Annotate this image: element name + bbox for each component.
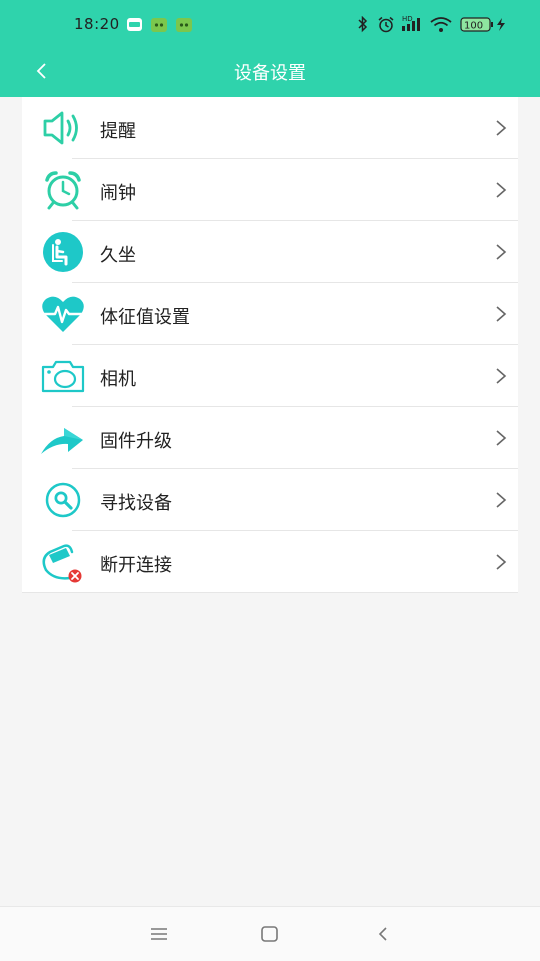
divider: [22, 592, 518, 593]
bluetooth-icon: [358, 16, 368, 33]
chevron-right-icon: [496, 182, 507, 198]
system-nav-bar: [0, 906, 540, 961]
upgrade-arrow-icon: [41, 428, 83, 454]
cellular-signal-icon: HD: [402, 15, 420, 31]
page-title: 设备设置: [234, 63, 306, 84]
notification-android-icon: [151, 18, 167, 32]
search-device-icon: [45, 482, 81, 518]
heart-pulse-icon: [42, 296, 84, 332]
settings-row-label: 固件升级: [100, 431, 172, 452]
back-nav-icon[interactable]: [373, 924, 395, 944]
wifi-icon: [430, 17, 452, 32]
chevron-right-icon: [496, 120, 507, 136]
chevron-right-icon: [496, 368, 507, 384]
settings-row-camera[interactable]: 相机: [22, 345, 518, 407]
settings-row-disconnect[interactable]: 断开连接: [22, 531, 518, 593]
sitting-person-icon: [43, 232, 83, 272]
settings-row-label: 提醒: [100, 121, 136, 142]
alarm-icon: [378, 16, 394, 33]
chevron-right-icon: [496, 430, 507, 446]
settings-row-reminder[interactable]: 提醒: [22, 97, 518, 159]
settings-row-label: 闹钟: [100, 183, 136, 204]
speaker-icon: [43, 111, 78, 145]
disconnect-icon: [42, 544, 82, 583]
alarm-clock-icon: [45, 171, 81, 210]
notification-android-icon-2: [176, 18, 192, 32]
settings-row-label: 寻找设备: [100, 493, 172, 514]
svg-text:HD: HD: [402, 15, 413, 23]
settings-row-vital-signs[interactable]: 体征值设置: [22, 283, 518, 345]
status-time: 18:20: [74, 15, 120, 33]
notification-app-icon: [127, 18, 142, 31]
settings-list: 提醒 闹钟 久坐 体征值设置 相机 固件升级 寻找设备 断开连接: [22, 97, 518, 593]
chevron-right-icon: [496, 492, 507, 508]
settings-row-label: 体征值设置: [100, 307, 190, 328]
home-icon[interactable]: [259, 924, 281, 944]
chevron-right-icon: [496, 244, 507, 260]
settings-row-firmware-upgrade[interactable]: 固件升级: [22, 407, 518, 469]
settings-row-label: 久坐: [100, 245, 136, 266]
settings-row-find-device[interactable]: 寻找设备: [22, 469, 518, 531]
settings-row-sedentary[interactable]: 久坐: [22, 221, 518, 283]
settings-row-label: 断开连接: [100, 555, 172, 576]
chevron-right-icon: [496, 306, 507, 322]
battery-icon: 100: [460, 17, 493, 32]
app-bar: 设备设置: [0, 48, 540, 97]
status-bar: 18:20 HD 100: [0, 0, 540, 48]
menu-icon[interactable]: [148, 924, 170, 944]
camera-icon: [41, 360, 85, 393]
settings-row-alarm[interactable]: 闹钟: [22, 159, 518, 221]
svg-text:100: 100: [464, 21, 483, 32]
settings-row-label: 相机: [100, 369, 136, 390]
charging-icon: [497, 18, 505, 31]
chevron-right-icon: [496, 554, 507, 570]
